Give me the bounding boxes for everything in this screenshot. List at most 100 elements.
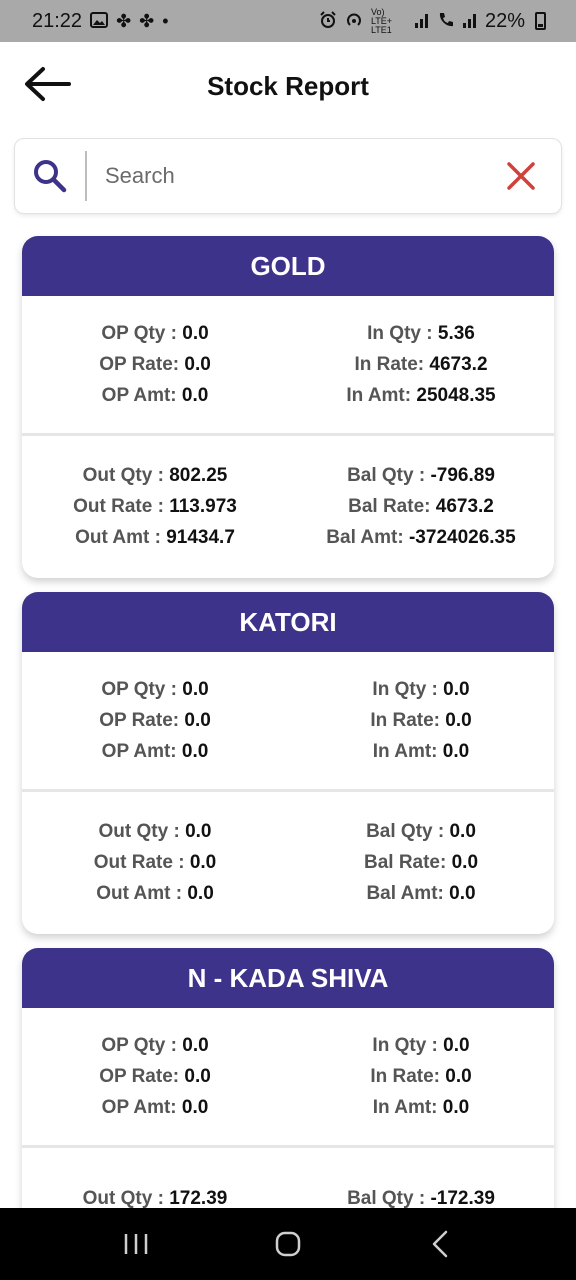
battery-percent: 22% [484,9,525,32]
out-amt-row: Out Amt : 91434.7 [75,527,235,549]
bal-qty-row: Bal Qty : -172.39 [347,1188,495,1208]
status-bar: 21:22 ✤ ✤ • Vo) LTE+ LTE1 22% [0,0,576,42]
in-qty-row: In Qty : 0.0 [372,679,469,701]
op-rate-row: OP Rate: 0.0 [99,1066,211,1088]
op-rate-label: OP Rate: [99,1065,185,1087]
op-qty-label: OP Qty : [101,1034,183,1056]
card-section-op-in: OP Qty : 0.0 OP Rate: 0.0 OP Amt: 0.0 In… [22,1008,554,1148]
bal-qty-value: -172.39 [430,1188,495,1208]
status-left: 21:22 ✤ ✤ • [32,10,169,33]
in-amt-label: In Amt: [372,1096,443,1118]
op-column: OP Qty : 0.0 OP Rate: 0.0 OP Amt: 0.0 [22,1008,288,1145]
op-rate-row: OP Rate: 0.0 [99,710,211,732]
in-amt-label: In Amt: [372,740,443,762]
bal-qty-row: Bal Qty : -796.89 [347,465,495,487]
status-right: Vo) LTE+ LTE1 22% [319,6,546,35]
app-header: Stock Report [0,42,576,130]
op-rate-label: OP Rate: [99,709,185,731]
bal-amt-label: Bal Amt: [326,527,409,548]
card-section-out-bal: Out Qty : 0.0 Out Rate : 0.0 Out Amt : 0… [22,792,554,934]
in-qty-row: In Qty : 5.36 [367,323,475,345]
home-icon [275,1231,301,1257]
out-qty-value: 172.39 [169,1188,228,1208]
out-qty-label: Out Qty : [82,1188,170,1208]
page-title: Stock Report [207,70,369,101]
out-qty-row: Out Qty : 0.0 [99,821,212,843]
gallery-icon [90,11,109,31]
card-section-op-in: OP Qty : 0.0 OP Rate: 0.0 OP Amt: 0.0 In… [22,296,554,436]
stock-list[interactable]: GOLD OP Qty : 0.0 OP Rate: 0.0 OP Amt: 0… [0,224,576,1208]
out-column: Out Qty : 0.0 Out Rate : 0.0 Out Amt : 0… [22,792,288,934]
op-qty-label: OP Qty : [101,322,183,344]
navigation-bar [0,1208,576,1280]
out-qty-label: Out Qty : [82,465,170,486]
out-qty-label: Out Qty : [98,821,186,842]
in-rate-row: In Rate: 4673.2 [354,354,487,376]
op-rate-value: 0.0 [184,353,211,375]
stock-card[interactable]: N - KADA SHIVA OP Qty : 0.0 OP Rate: 0.0… [22,948,554,1208]
out-rate-label: Out Rate : [93,852,190,873]
op-qty-row: OP Qty : 0.0 [101,323,208,345]
search-icon[interactable] [15,138,85,214]
out-rate-label: Out Rate : [73,496,170,517]
out-amt-row: Out Amt : 0.0 [96,883,214,905]
in-qty-label: In Qty : [372,678,444,700]
bal-qty-value: 0.0 [449,821,476,842]
out-column: Out Qty : 172.39 [22,1148,288,1208]
out-qty-row: Out Qty : 802.25 [83,465,228,487]
out-rate-row: Out Rate : 0.0 [94,852,216,874]
hotspot-icon [345,11,363,32]
in-qty-value: 0.0 [443,678,470,700]
nav-back-button[interactable] [410,1214,470,1274]
out-rate-value: 113.973 [169,496,237,517]
bal-column: Bal Qty : 0.0 Bal Rate: 0.0 Bal Amt: 0.0 [288,792,554,934]
in-qty-value: 5.36 [437,322,475,344]
in-rate-row: In Rate: 0.0 [370,1066,471,1088]
op-column: OP Qty : 0.0 OP Rate: 0.0 OP Amt: 0.0 [22,652,288,789]
op-amt-row: OP Amt: 0.0 [102,1097,209,1119]
op-rate-value: 0.0 [184,1065,211,1087]
op-qty-row: OP Qty : 0.0 [101,679,208,701]
in-amt-label: In Amt: [346,384,417,406]
card-title: N - KADA SHIVA [22,948,554,1008]
in-qty-label: In Qty : [372,1034,444,1056]
bal-rate-value: 4673.2 [435,496,494,517]
wifi-calling-icon [437,11,455,32]
op-amt-row: OP Amt: 0.0 [102,385,209,407]
in-qty-label: In Qty : [367,322,438,344]
in-qty-row: In Qty : 0.0 [372,1035,469,1057]
search-bar [14,138,562,214]
in-rate-value: 0.0 [445,709,472,731]
search-input[interactable] [87,146,481,206]
home-button[interactable] [258,1214,318,1274]
bal-rate-label: Bal Rate: [363,852,452,873]
out-column: Out Qty : 802.25 Out Rate : 113.973 Out … [22,436,288,578]
bal-qty-row: Bal Qty : 0.0 [366,821,476,843]
out-amt-value: 0.0 [187,883,214,904]
bal-amt-row: Bal Amt: -3724026.35 [326,527,515,549]
op-amt-value: 0.0 [181,1096,209,1118]
op-amt-value: 0.0 [181,384,209,406]
bal-column: Bal Qty : -796.89 Bal Rate: 4673.2 Bal A… [288,436,554,578]
stock-card[interactable]: GOLD OP Qty : 0.0 OP Rate: 0.0 OP Amt: 0… [22,236,554,578]
volte-icon: Vo) LTE+ LTE1 [370,6,393,35]
stock-card[interactable]: KATORI OP Qty : 0.0 OP Rate: 0.0 OP Amt:… [22,592,554,934]
battery-icon [535,12,546,30]
in-rate-label: In Rate: [354,353,430,375]
out-amt-label: Out Amt : [75,527,167,548]
in-amt-value: 25048.35 [416,384,496,406]
op-rate-value: 0.0 [184,709,211,731]
in-rate-row: In Rate: 0.0 [370,710,471,732]
out-qty-row: Out Qty : 172.39 [83,1188,228,1208]
op-amt-label: OP Amt: [101,1096,182,1118]
back-button[interactable] [22,64,72,104]
out-amt-label: Out Amt : [96,883,188,904]
out-qty-value: 0.0 [185,821,212,842]
in-rate-label: In Rate: [370,1065,446,1087]
clock: 21:22 [32,9,83,32]
signal-icon [414,12,429,31]
recents-button[interactable] [106,1214,166,1274]
back-icon [432,1230,448,1258]
close-icon[interactable] [481,138,561,214]
out-amt-value: 91434.7 [166,527,235,548]
